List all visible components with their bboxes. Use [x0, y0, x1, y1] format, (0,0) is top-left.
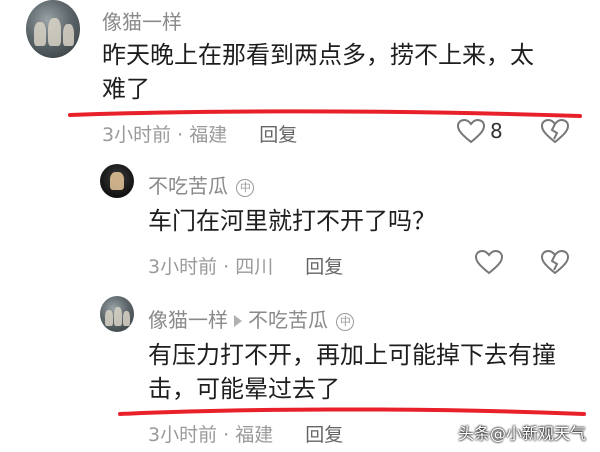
like-icon[interactable] [474, 249, 504, 275]
comment-text: 车门在河里就打不开了吗？ [148, 207, 436, 235]
comment-username[interactable]: 像猫一样 不吃苦瓜 中 [148, 304, 355, 333]
dislike-icon[interactable] [540, 118, 570, 144]
comment-time: 3小时前 [148, 424, 218, 446]
avatar[interactable] [26, 0, 80, 58]
author-tag: 中 [336, 312, 355, 331]
avatar[interactable] [100, 164, 134, 198]
comment-text-line2: 难了 [102, 75, 150, 103]
comment-text-line1: 有压力打不开，再加上可能掉下去有撞 [148, 341, 556, 369]
reply-button[interactable]: 回复 [259, 124, 297, 146]
comment-location: 四川 [235, 256, 274, 278]
reply-to-username[interactable]: 不吃苦瓜 [248, 308, 328, 332]
comment-username[interactable]: 像猫一样 [102, 6, 182, 35]
comment-text-line1: 昨天晚上在那看到两点多，捞不上来，太 [102, 41, 534, 69]
reply-button[interactable]: 回复 [305, 424, 343, 446]
comment-text-line2: 击，可能晕过去了 [148, 375, 340, 403]
comment-time: 3小时前 [102, 124, 172, 146]
watermark: 头条@小新观天气 [457, 424, 586, 443]
comment-time: 3小时前 [148, 256, 218, 278]
author-tag: 中 [236, 178, 255, 197]
comment-username[interactable]: 不吃苦瓜 中 [148, 170, 255, 199]
like-icon[interactable] [456, 118, 486, 144]
avatar[interactable] [100, 296, 134, 332]
comment-location: 福建 [235, 424, 274, 446]
reply-arrow-icon [234, 314, 242, 327]
red-underline [118, 407, 586, 416]
comment-location: 福建 [189, 124, 228, 146]
reply-button[interactable]: 回复 [305, 256, 343, 278]
dislike-icon[interactable] [540, 249, 570, 275]
like-count: 8 [490, 119, 503, 143]
